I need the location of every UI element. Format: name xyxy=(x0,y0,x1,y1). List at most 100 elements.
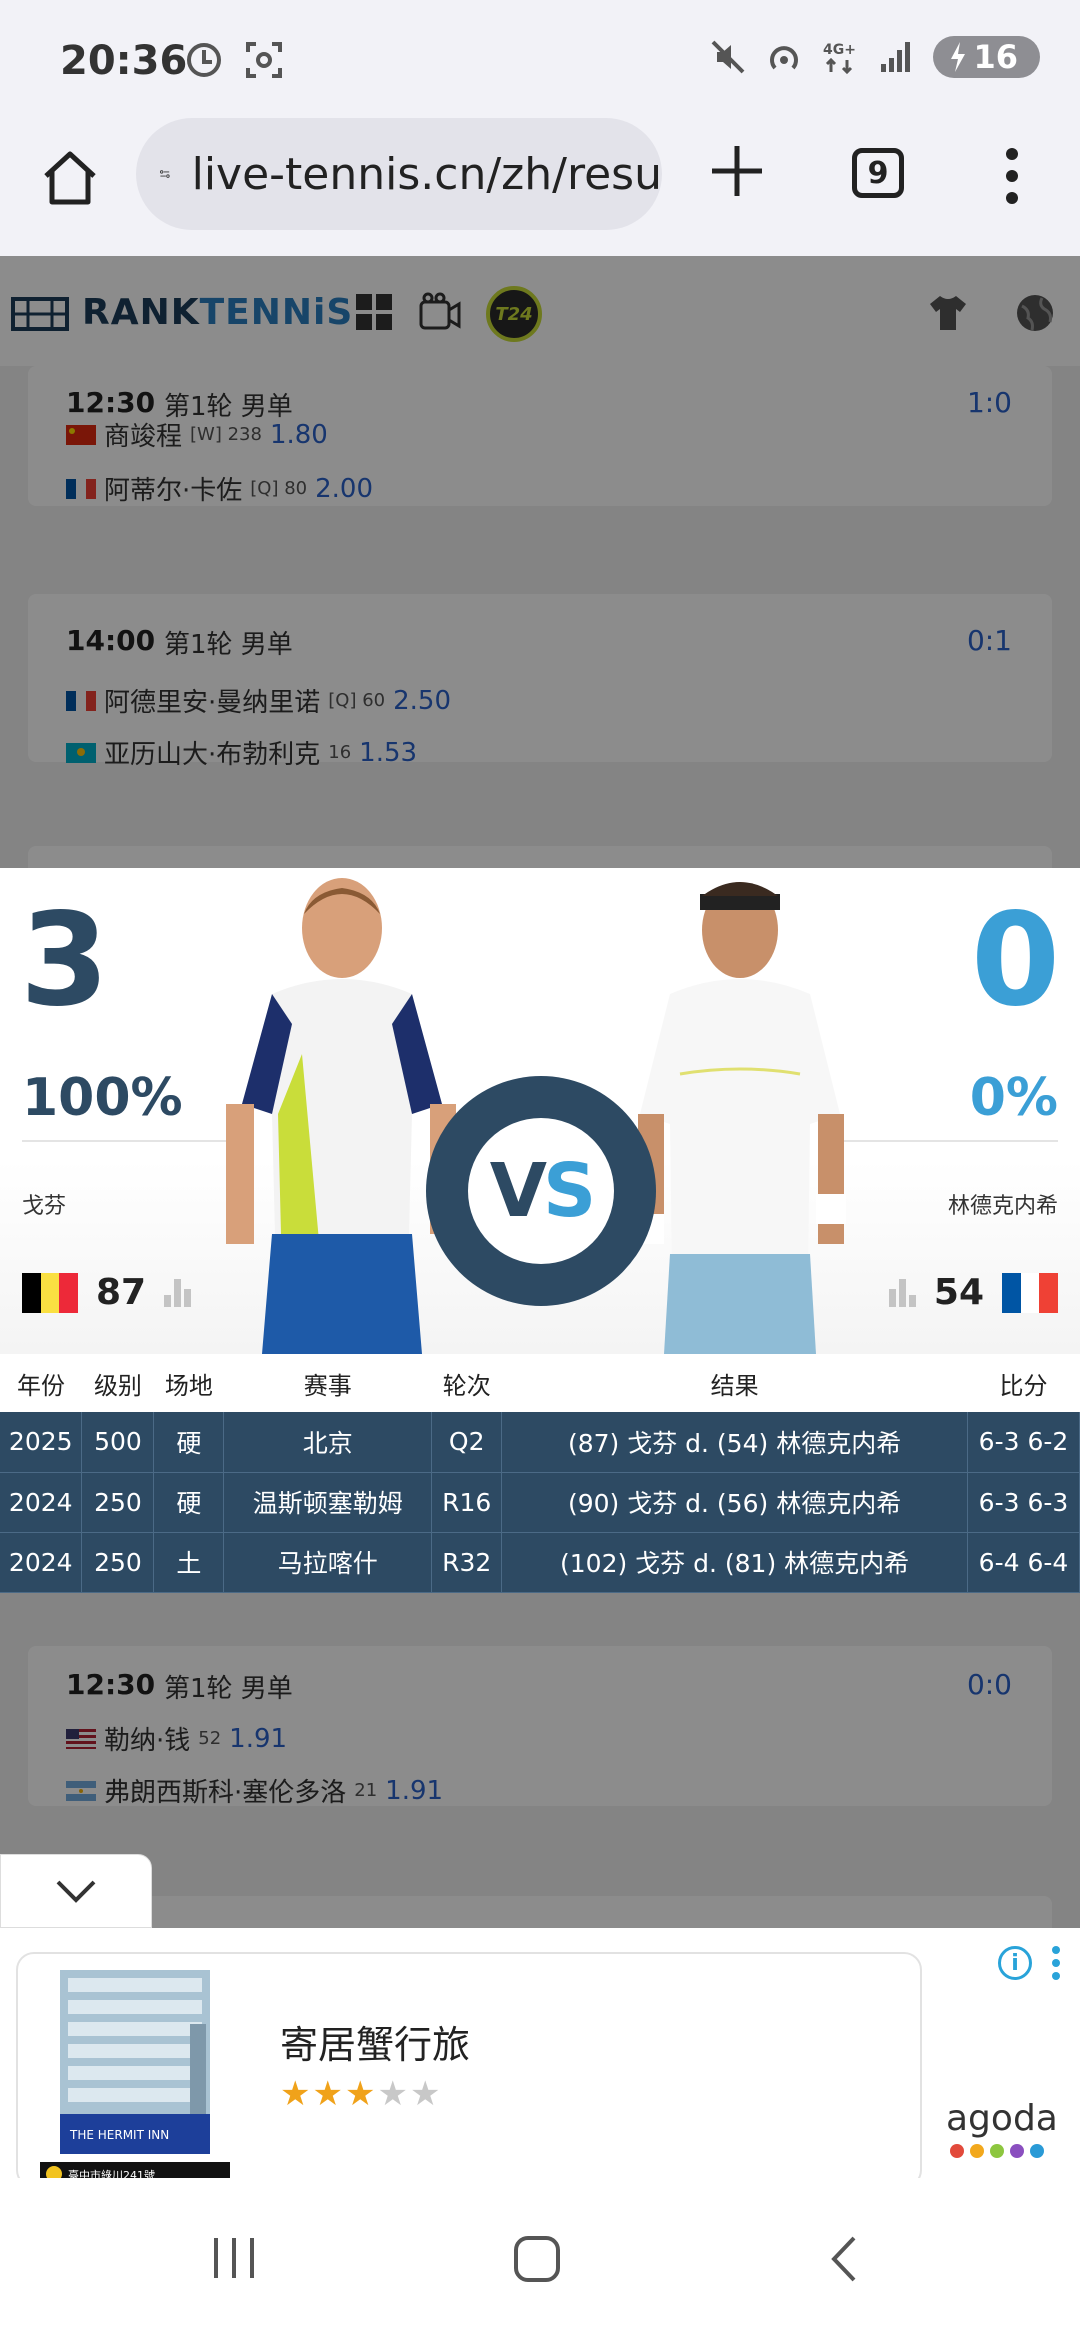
column-header: 结果 xyxy=(501,1354,968,1412)
battery-indicator: 16 xyxy=(933,36,1040,78)
belgium-flag-icon xyxy=(22,1272,79,1313)
table-row[interactable]: 2025 500 硬 北京 Q2 (87) 戈芬 d. (54) 林德克内希 6… xyxy=(0,1412,1080,1473)
battery-level: 16 xyxy=(973,38,1018,76)
right-player-photo xyxy=(634,882,846,1354)
left-player-photo xyxy=(226,878,456,1354)
cell-tournament: 马拉喀什 xyxy=(223,1532,433,1593)
charging-icon xyxy=(951,42,966,72)
site-settings-icon[interactable] xyxy=(160,154,170,194)
home-nav-button[interactable] xyxy=(514,2236,560,2282)
url-text: live-tennis.cn/zh/resu xyxy=(191,148,662,200)
star-empty-icon: ★ xyxy=(409,2074,443,2114)
right-player-name: 林德克内希 xyxy=(947,1194,1058,1219)
back-button[interactable] xyxy=(828,2234,858,2284)
cell-score: 6-3 6-3 xyxy=(967,1472,1080,1533)
ad-banner[interactable]: THE HERMIT INN 臺中市綠川241號 寄居蟹行旅 ★★★★★ i a… xyxy=(0,1928,1080,2188)
right-player-win-pct: 0% xyxy=(969,1068,1058,1128)
brand-dot xyxy=(990,2144,1004,2158)
cell-score: 6-3 6-2 xyxy=(967,1412,1080,1473)
cell-round: Q2 xyxy=(431,1412,503,1473)
ad-brand-logo[interactable]: agoda xyxy=(946,2098,1058,2139)
h2h-popup: 3 0 100% 0% 戈芬 林德克内希 V S 87 54 年份 级别 场地 … xyxy=(0,868,1080,1593)
browser-menu-button[interactable] xyxy=(1000,148,1024,204)
new-tab-button[interactable] xyxy=(706,140,768,202)
cell-year: 2024 xyxy=(0,1472,83,1533)
ad-title[interactable]: 寄居蟹行旅 xyxy=(280,2014,470,2069)
vs-badge-icon: VS xyxy=(426,1076,656,1306)
signal-icon xyxy=(881,42,911,72)
status-time: 20:36 xyxy=(60,38,188,84)
cell-level: 500 xyxy=(81,1412,155,1473)
mute-icon xyxy=(712,40,745,74)
screenshot-icon xyxy=(246,42,282,78)
cell-surface: 硬 xyxy=(153,1472,225,1533)
address-bar[interactable]: live-tennis.cn/zh/resu xyxy=(136,118,662,230)
left-player-wins: 3 xyxy=(20,886,110,1035)
status-right-icons: 4G+ 16 xyxy=(709,36,1040,78)
hotspot-icon xyxy=(770,46,799,70)
cell-year: 2025 xyxy=(0,1412,83,1473)
column-header: 轮次 xyxy=(431,1354,502,1412)
ranking-chart-icon[interactable] xyxy=(888,1278,916,1307)
cell-result: (90) 戈芬 d. (56) 林德克内希 xyxy=(501,1472,968,1533)
column-header: 赛事 xyxy=(223,1354,432,1412)
network-4g-icon: 4G+ xyxy=(823,42,856,75)
cell-level: 250 xyxy=(81,1532,155,1593)
column-header: 场地 xyxy=(153,1354,224,1412)
cell-surface: 土 xyxy=(153,1532,225,1593)
svg-text:4G+: 4G+ xyxy=(823,42,856,58)
cell-result: (87) 戈芬 d. (54) 林德克内希 xyxy=(501,1412,968,1473)
left-player-name: 戈芬 xyxy=(22,1194,67,1219)
h2h-table: 年份 级别 场地 赛事 轮次 结果 比分 2025 500 硬 北京 Q2 (8… xyxy=(0,1354,1080,1593)
cell-round: R32 xyxy=(431,1532,503,1593)
status-bar: 20:36 4G+ 16 xyxy=(0,0,1080,118)
column-header: 级别 xyxy=(81,1354,154,1412)
tab-switcher-button[interactable]: 9 xyxy=(852,148,904,198)
ranking-chart-icon[interactable] xyxy=(164,1278,192,1307)
brand-dots xyxy=(950,2144,1044,2158)
table-header-row: 年份 级别 场地 赛事 轮次 结果 比分 xyxy=(0,1354,1080,1412)
status-left-icons xyxy=(184,40,284,80)
left-player-rank: 87 xyxy=(22,1272,192,1313)
cell-tournament: 温斯顿塞勒姆 xyxy=(223,1472,433,1533)
brand-dot xyxy=(1030,2144,1044,2158)
table-row[interactable]: 2024 250 土 马拉喀什 R32 (102) 戈芬 d. (81) 林德克… xyxy=(0,1532,1080,1593)
hotel-image: THE HERMIT INN 臺中市綠川241號 xyxy=(40,1964,230,2186)
notification-icon xyxy=(187,43,221,77)
cell-year: 2024 xyxy=(0,1532,83,1593)
brand-dot xyxy=(950,2144,964,2158)
home-button[interactable] xyxy=(38,146,102,210)
table-row[interactable]: 2024 250 硬 温斯顿塞勒姆 R16 (90) 戈芬 d. (56) 林德… xyxy=(0,1472,1080,1533)
column-header: 比分 xyxy=(967,1354,1080,1412)
left-player-win-pct: 100% xyxy=(22,1068,183,1128)
right-player-wins: 0 xyxy=(970,886,1060,1035)
cell-level: 250 xyxy=(81,1472,155,1533)
recent-apps-button[interactable] xyxy=(214,2238,254,2278)
system-nav-bar xyxy=(0,2178,1080,2340)
brand-dot xyxy=(970,2144,984,2158)
chevron-down-icon xyxy=(56,1880,96,1903)
divider xyxy=(828,1140,1058,1142)
ad-card[interactable]: THE HERMIT INN 臺中市綠川241號 寄居蟹行旅 ★★★★★ xyxy=(16,1952,922,2188)
ad-options-icon[interactable] xyxy=(1052,1946,1062,1980)
cell-score: 6-4 6-4 xyxy=(967,1532,1080,1593)
france-flag-icon xyxy=(1002,1272,1059,1313)
vs-letter-v: V xyxy=(489,1148,547,1234)
star-filled-icon: ★ xyxy=(280,2074,313,2114)
vs-letter-s: S xyxy=(542,1148,596,1234)
h2h-header: 3 0 100% 0% 戈芬 林德克内希 V S 87 54 xyxy=(0,868,1080,1354)
cell-result: (102) 戈芬 d. (81) 林德克内希 xyxy=(501,1532,968,1593)
ad-info-icon[interactable]: i xyxy=(998,1946,1032,1980)
cell-tournament: 北京 xyxy=(223,1412,433,1473)
cell-round: R16 xyxy=(431,1472,503,1533)
right-player-rank-value: 54 xyxy=(933,1272,984,1313)
star-filled-icon: ★ xyxy=(344,2074,378,2114)
star-empty-icon: ★ xyxy=(377,2074,410,2114)
ad-collapse-button[interactable] xyxy=(0,1854,152,1928)
star-filled-icon: ★ xyxy=(312,2074,345,2114)
column-header: 年份 xyxy=(0,1354,82,1412)
left-player-rank-value: 87 xyxy=(96,1272,147,1313)
browser-toolbar: live-tennis.cn/zh/resu 9 xyxy=(0,118,1080,256)
right-player-rank: 54 xyxy=(888,1272,1059,1313)
brand-dot xyxy=(1010,2144,1024,2158)
